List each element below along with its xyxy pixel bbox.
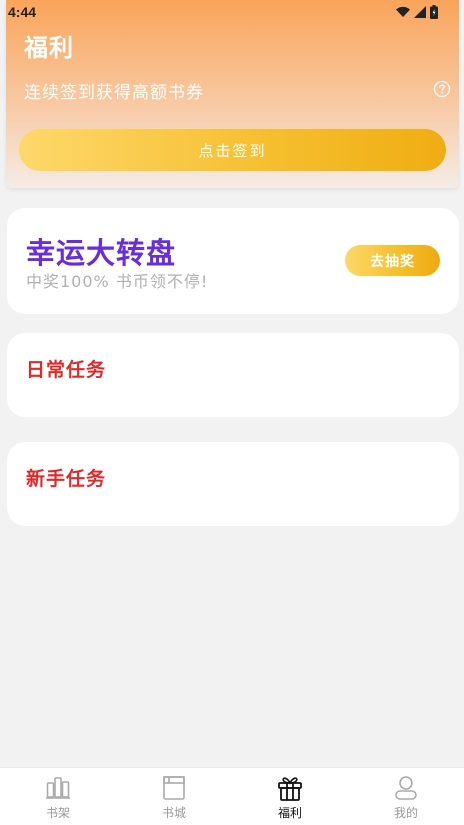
nav-item-bookstore[interactable]: 书城 (116, 768, 232, 825)
status-bar: 4:44 (0, 0, 464, 24)
daily-tasks-card: 日常任务 (7, 333, 459, 417)
bookshelf-icon (46, 777, 70, 799)
welfare-header: 福利 连续签到获得高额书券 点击签到 (6, 0, 459, 188)
newbie-tasks-card: 新手任务 (7, 442, 459, 526)
status-time: 4:44 (8, 4, 37, 20)
profile-icon (395, 776, 417, 800)
daily-tasks-title: 日常任务 (26, 359, 107, 381)
wifi-icon (396, 6, 410, 17)
nav-label-bookshelf: 书架 (45, 806, 70, 820)
help-icon[interactable] (433, 80, 451, 98)
battery-icon (430, 5, 438, 19)
status-icons (396, 5, 438, 19)
page-title: 福利 (24, 34, 74, 62)
lucky-wheel-title: 幸运大转盘 (26, 236, 177, 270)
nav-label-bookstore: 书城 (161, 806, 186, 820)
gift-icon (278, 777, 302, 801)
nav-item-profile[interactable]: 我的 (348, 768, 464, 825)
nav-item-welfare[interactable]: 福利 (232, 768, 348, 825)
newbie-tasks-title: 新手任务 (26, 468, 107, 490)
signin-subtitle: 连续签到获得高额书券 (24, 83, 204, 103)
nav-label-welfare: 福利 (277, 806, 302, 820)
draw-lottery-button[interactable]: 去抽奖 (345, 245, 440, 276)
bookstore-icon (163, 776, 185, 800)
nav-label-profile: 我的 (393, 806, 418, 820)
lucky-wheel-description: 中奖100% 书币领不停! (26, 272, 209, 291)
lucky-wheel-card: 幸运大转盘 中奖100% 书币领不停! 去抽奖 (7, 208, 459, 314)
nav-item-bookshelf[interactable]: 书架 (0, 768, 116, 825)
bottom-nav: 书架 书城 福利 我的 (0, 767, 464, 825)
signal-icon (414, 6, 426, 18)
signin-button[interactable]: 点击签到 (19, 129, 446, 171)
